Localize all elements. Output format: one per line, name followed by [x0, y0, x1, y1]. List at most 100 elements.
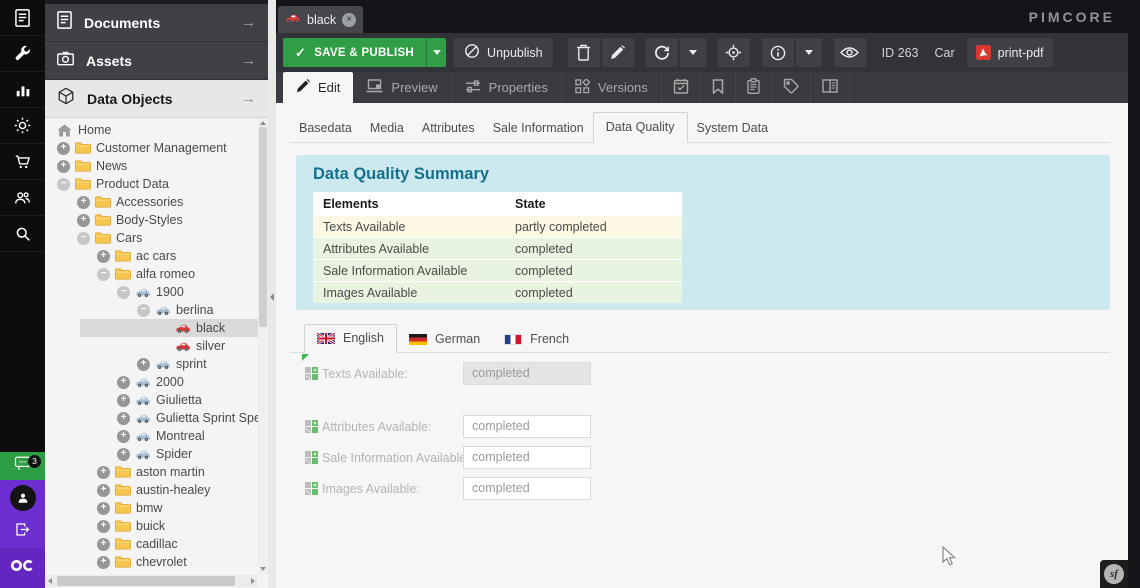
info-options-button[interactable] — [796, 38, 822, 67]
tab-properties[interactable]: Properties — [452, 72, 562, 103]
tab-dependencies[interactable] — [811, 72, 850, 103]
logout-button[interactable] — [0, 516, 45, 548]
close-tab-icon[interactable]: × — [342, 13, 356, 27]
save-options-caret[interactable] — [426, 38, 446, 67]
accordion-assets[interactable]: Assets → — [45, 42, 268, 80]
save-and-publish-button[interactable]: ✓SAVE & PUBLISH — [283, 38, 446, 67]
tab-schedule[interactable] — [662, 72, 701, 103]
tab-versions[interactable]: Versions — [562, 72, 662, 103]
tree-item[interactable]: + aston martin — [45, 463, 258, 481]
tree-item[interactable]: black — [45, 319, 258, 337]
open-object-tab[interactable]: black × — [278, 6, 363, 33]
customers-icon[interactable] — [0, 180, 45, 216]
tab-tags[interactable] — [772, 72, 811, 103]
search-icon[interactable] — [0, 216, 45, 252]
tree-item[interactable]: + chevrolet — [45, 553, 258, 571]
tree-expander-icon[interactable]: − — [117, 286, 130, 299]
tree-expander-icon[interactable]: − — [97, 268, 110, 281]
tree-item[interactable]: − berlina — [45, 301, 258, 319]
subtab-sale-information[interactable]: Sale Information — [484, 114, 593, 143]
scroll-down-icon[interactable] — [260, 567, 266, 571]
tree-item[interactable]: + Gulietta Sprint Specia — [45, 409, 258, 427]
tree-item[interactable]: + Giulietta — [45, 391, 258, 409]
tree-item[interactable]: + buick — [45, 517, 258, 535]
reports-icon[interactable] — [0, 72, 45, 108]
tab-preview[interactable]: Preview — [353, 72, 451, 103]
tree-expander-icon[interactable]: + — [117, 448, 130, 461]
tab-edit[interactable]: Edit — [283, 72, 353, 103]
tree-expander-icon[interactable]: + — [97, 250, 110, 263]
tree-item[interactable]: silver — [45, 337, 258, 355]
tree-expander-icon[interactable]: + — [117, 412, 130, 425]
tree-item[interactable]: + Accessories — [45, 193, 258, 211]
scroll-right-icon[interactable] — [251, 578, 255, 584]
tree-expander-icon[interactable]: + — [97, 538, 110, 551]
field-input[interactable]: completed — [463, 477, 591, 500]
tree-item[interactable]: + News — [45, 157, 258, 175]
tools-icon[interactable] — [0, 36, 45, 72]
tree-item[interactable]: + cadillac — [45, 535, 258, 553]
tree-item[interactable]: + sprint — [45, 355, 258, 373]
field-input[interactable]: completed — [463, 362, 591, 385]
reload-options-button[interactable] — [680, 38, 706, 67]
tree-expander-icon[interactable]: − — [57, 178, 70, 191]
field-input[interactable]: completed — [463, 446, 591, 469]
tree-item[interactable]: + Montreal — [45, 427, 258, 445]
documents-icon[interactable] — [0, 0, 45, 36]
accordion-documents[interactable]: Documents → — [45, 4, 268, 42]
tree-item[interactable]: + citroen — [45, 571, 258, 574]
tree-item[interactable]: + Customer Management — [45, 139, 258, 157]
tree-item[interactable]: − Product Data — [45, 175, 258, 193]
tree-expander-icon[interactable]: + — [97, 520, 110, 533]
print-pdf-button[interactable]: print-pdf — [967, 38, 1053, 67]
info-button[interactable] — [762, 38, 794, 67]
subtab-data-quality[interactable]: Data Quality — [593, 112, 688, 143]
tree-item[interactable]: + Spider — [45, 445, 258, 463]
tree-vertical-scrollbar[interactable] — [258, 118, 268, 574]
unpublish-button[interactable]: Unpublish — [454, 38, 553, 67]
language-tab-german[interactable]: German — [397, 326, 492, 353]
subtab-media[interactable]: Media — [361, 114, 413, 143]
subtab-basedata[interactable]: Basedata — [290, 114, 361, 143]
scroll-left-icon[interactable] — [48, 578, 52, 584]
scroll-up-icon[interactable] — [260, 121, 266, 125]
tree-item[interactable]: + austin-healey — [45, 481, 258, 499]
delete-button[interactable] — [568, 38, 600, 67]
tree-expander-icon[interactable]: − — [77, 232, 90, 245]
tree-item[interactable]: + bmw — [45, 499, 258, 517]
tree-expander-icon[interactable]: + — [97, 484, 110, 497]
tree-expander-icon[interactable]: + — [137, 358, 150, 371]
field-input[interactable]: completed — [463, 415, 591, 438]
panel-splitter[interactable] — [268, 0, 276, 588]
tree-item[interactable]: + 2000 — [45, 373, 258, 391]
tree-expander-icon[interactable]: − — [137, 304, 150, 317]
user-profile-button[interactable] — [0, 480, 45, 516]
subtab-attributes[interactable]: Attributes — [413, 114, 484, 143]
tree-expander-icon[interactable]: + — [77, 196, 90, 209]
settings-icon[interactable] — [0, 108, 45, 144]
accordion-data-objects[interactable]: Data Objects → — [45, 80, 268, 118]
tree-expander-icon[interactable]: + — [57, 160, 70, 173]
tree-item[interactable]: − Cars — [45, 229, 258, 247]
language-tab-english[interactable]: English — [304, 324, 397, 353]
ecommerce-icon[interactable] — [0, 144, 45, 180]
scrollbar-thumb[interactable] — [57, 576, 235, 586]
tree-item[interactable]: − 1900 — [45, 283, 258, 301]
tree-expander-icon[interactable]: + — [97, 574, 110, 575]
tree-expander-icon[interactable]: + — [117, 430, 130, 443]
tab-notes[interactable] — [736, 72, 772, 103]
rename-button[interactable] — [602, 38, 634, 67]
scrollbar-thumb[interactable] — [259, 127, 267, 327]
tree-expander-icon[interactable]: + — [57, 142, 70, 155]
tree-horizontal-scrollbar[interactable] — [45, 575, 258, 587]
notifications-chat-button[interactable]: 3 — [0, 452, 45, 480]
reload-button[interactable] — [646, 38, 678, 67]
pimcore-logo-button[interactable] — [0, 548, 45, 588]
tree-item[interactable]: − alfa romeo — [45, 265, 258, 283]
tree-expander-icon[interactable]: + — [97, 556, 110, 569]
language-tab-french[interactable]: French — [492, 326, 581, 353]
tree-expander-icon[interactable]: + — [97, 466, 110, 479]
open-preview-button[interactable] — [834, 38, 866, 67]
subtab-system-data[interactable]: System Data — [688, 114, 778, 143]
tree-expander-icon[interactable]: + — [97, 502, 110, 515]
